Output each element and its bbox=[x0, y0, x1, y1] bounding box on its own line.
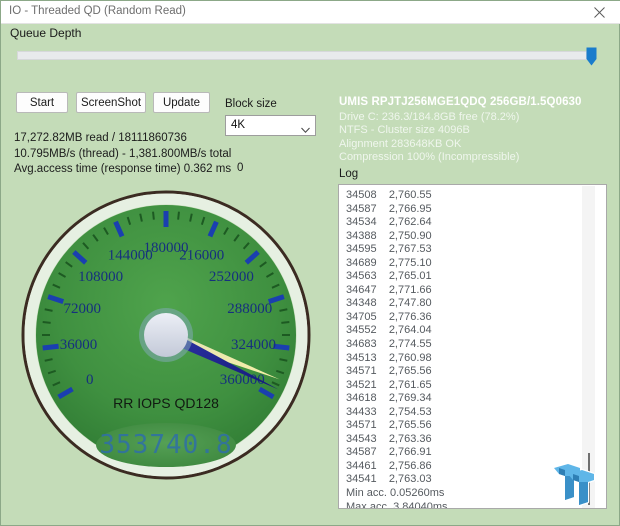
log-row: 34689 2,775.10 bbox=[346, 257, 448, 271]
log-row: 34388 2,750.90 bbox=[346, 230, 448, 244]
gauge-tick-label: 108000 bbox=[78, 269, 123, 285]
log-summary-row: Min acc. 0.05260ms bbox=[346, 487, 448, 501]
drive-model: UMIS RPJTJ256MGE1QDQ 256GB/1.5Q0630 bbox=[339, 96, 582, 108]
log-row: 34647 2,771.66 bbox=[346, 284, 448, 298]
block-size-select[interactable]: 4K bbox=[225, 115, 316, 136]
io-threaded-qd-window: IO - Threaded QD (Random Read) Queue Dep… bbox=[0, 0, 620, 526]
log-row: 34513 2,760.98 bbox=[346, 352, 448, 366]
close-icon[interactable] bbox=[577, 1, 620, 23]
gauge-tick-label: 324000 bbox=[231, 337, 276, 353]
log-label: Log bbox=[339, 168, 358, 180]
gauge-tick-label: 36000 bbox=[60, 337, 98, 353]
block-size-label: Block size bbox=[225, 98, 277, 110]
log-row: 34563 2,765.01 bbox=[346, 270, 448, 284]
queue-depth-label: Queue Depth bbox=[10, 26, 81, 40]
block-size-value: 4K bbox=[231, 119, 245, 131]
log-row: 34433 2,754.53 bbox=[346, 406, 448, 420]
log-row: 34683 2,774.55 bbox=[346, 338, 448, 352]
drive-details: Drive C: 236.3/184.8GB free (78.2%) NTFS… bbox=[339, 111, 519, 164]
drive-capacity: Drive C: 236.3/184.8GB free (78.2%) bbox=[339, 111, 519, 124]
title-bar: IO - Threaded QD (Random Read) bbox=[1, 1, 620, 24]
drive-filesystem: NTFS - Cluster size 4096B bbox=[339, 124, 519, 137]
drive-compression: Compression 100% (Incompressible) bbox=[339, 151, 519, 164]
stat-access-time: Avg.access time (response time) 0.362 ms bbox=[14, 162, 231, 178]
update-button[interactable]: Update bbox=[153, 92, 210, 113]
slider-thumb[interactable] bbox=[586, 47, 597, 66]
window-title: IO - Threaded QD (Random Read) bbox=[9, 5, 186, 17]
log-row: 34618 2,769.34 bbox=[346, 392, 448, 406]
iops-gauge: 0360007200010800014400018000021600025200… bbox=[18, 187, 314, 483]
drive-alignment: Alignment 283648KB OK bbox=[339, 138, 519, 151]
gauge-tick-label: 252000 bbox=[209, 269, 254, 285]
log-row: 34541 2,763.03 bbox=[346, 473, 448, 487]
slider-track[interactable] bbox=[17, 51, 587, 60]
log-row: 34571 2,765.56 bbox=[346, 419, 448, 433]
screenshot-button[interactable]: ScreenShot bbox=[76, 92, 146, 113]
log-content: 34508 2,760.5534587 2,766.9534534 2,762.… bbox=[346, 189, 448, 509]
log-row: 34587 2,766.95 bbox=[346, 203, 448, 217]
log-row: 34705 2,776.36 bbox=[346, 311, 448, 325]
log-row: 34543 2,763.36 bbox=[346, 433, 448, 447]
stat-counter: 0 bbox=[237, 162, 243, 174]
stat-read-total: 17,272.82MB read / 18111860736 bbox=[14, 131, 231, 147]
gauge-tick-label: 72000 bbox=[64, 301, 102, 317]
queue-depth-slider[interactable] bbox=[17, 47, 605, 67]
gauge-tick-label: 288000 bbox=[227, 301, 272, 317]
stats-block: 17,272.82MB read / 18111860736 10.795MB/… bbox=[14, 131, 231, 178]
gauge-tick-label: 216000 bbox=[179, 248, 224, 264]
log-row: 34348 2,747.80 bbox=[346, 297, 448, 311]
stat-throughput: 10.795MB/s (thread) - 1,381.800MB/s tota… bbox=[14, 147, 231, 163]
log-row: 34534 2,762.64 bbox=[346, 216, 448, 230]
tweaktown-tt-logo bbox=[550, 461, 597, 506]
log-row: 34587 2,766.91 bbox=[346, 446, 448, 460]
log-row: 34508 2,760.55 bbox=[346, 189, 448, 203]
chevron-down-icon bbox=[301, 122, 309, 130]
gauge-tick-label: 0 bbox=[86, 372, 94, 388]
log-summary-row: Max acc. 3.84040ms bbox=[346, 501, 448, 509]
log-row: 34552 2,764.04 bbox=[346, 324, 448, 338]
log-row: 34521 2,761.65 bbox=[346, 379, 448, 393]
log-row: 34595 2,767.53 bbox=[346, 243, 448, 257]
log-row: 34461 2,756.86 bbox=[346, 460, 448, 474]
log-row: 34571 2,765.56 bbox=[346, 365, 448, 379]
start-button[interactable]: Start bbox=[16, 92, 68, 113]
